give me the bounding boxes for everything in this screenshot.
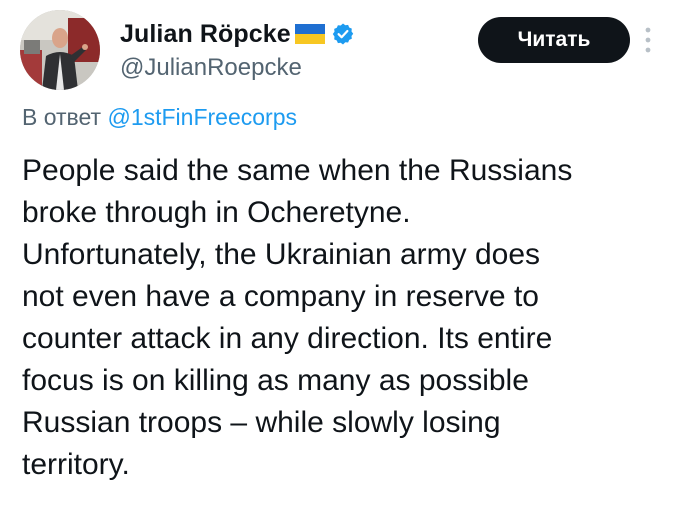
avatar-photo bbox=[20, 10, 100, 90]
tweet-text-line: Russian troops – while slowly losing bbox=[22, 406, 501, 439]
more-vertical-icon[interactable] bbox=[634, 22, 662, 58]
follow-button[interactable]: Читать bbox=[478, 17, 630, 63]
author-handle[interactable]: @JulianRoepcke bbox=[120, 54, 355, 82]
ukraine-flag-icon bbox=[294, 24, 325, 44]
tweet-text-line: broke through in Ocheretyne. bbox=[22, 196, 411, 229]
tweet-card: Julian Röpcke @JulianRoepcke Читать В от… bbox=[0, 0, 680, 516]
tweet-text-line: not even have a company in reserve to bbox=[22, 280, 539, 313]
reply-target-link[interactable]: @1stFinFreecorps bbox=[107, 104, 297, 130]
tweet-text-line: Unfortunately, the Ukrainian army does bbox=[22, 238, 541, 271]
tweet-text-line: counter attack in any direction. Its ent… bbox=[22, 322, 553, 355]
author-name-row: Julian Röpcke bbox=[120, 16, 355, 52]
verified-badge-icon bbox=[331, 22, 355, 46]
reply-prefix: В ответ bbox=[22, 104, 102, 130]
tweet-text-line: People said the same when the Russians bbox=[22, 154, 573, 187]
tweet-text: People said the same when the Russians b… bbox=[22, 150, 672, 486]
tweet-text-line: focus is on killing as many as possible bbox=[22, 364, 529, 397]
reply-context: В ответ @1stFinFreecorps bbox=[22, 104, 297, 131]
author-name[interactable]: Julian Röpcke bbox=[120, 20, 291, 49]
tweet-text-line: territory. bbox=[22, 448, 130, 481]
author-identity: Julian Röpcke @JulianRoepcke bbox=[120, 16, 355, 82]
author-avatar[interactable] bbox=[20, 10, 100, 90]
tweet-header: Julian Röpcke @JulianRoepcke Читать bbox=[20, 8, 662, 90]
